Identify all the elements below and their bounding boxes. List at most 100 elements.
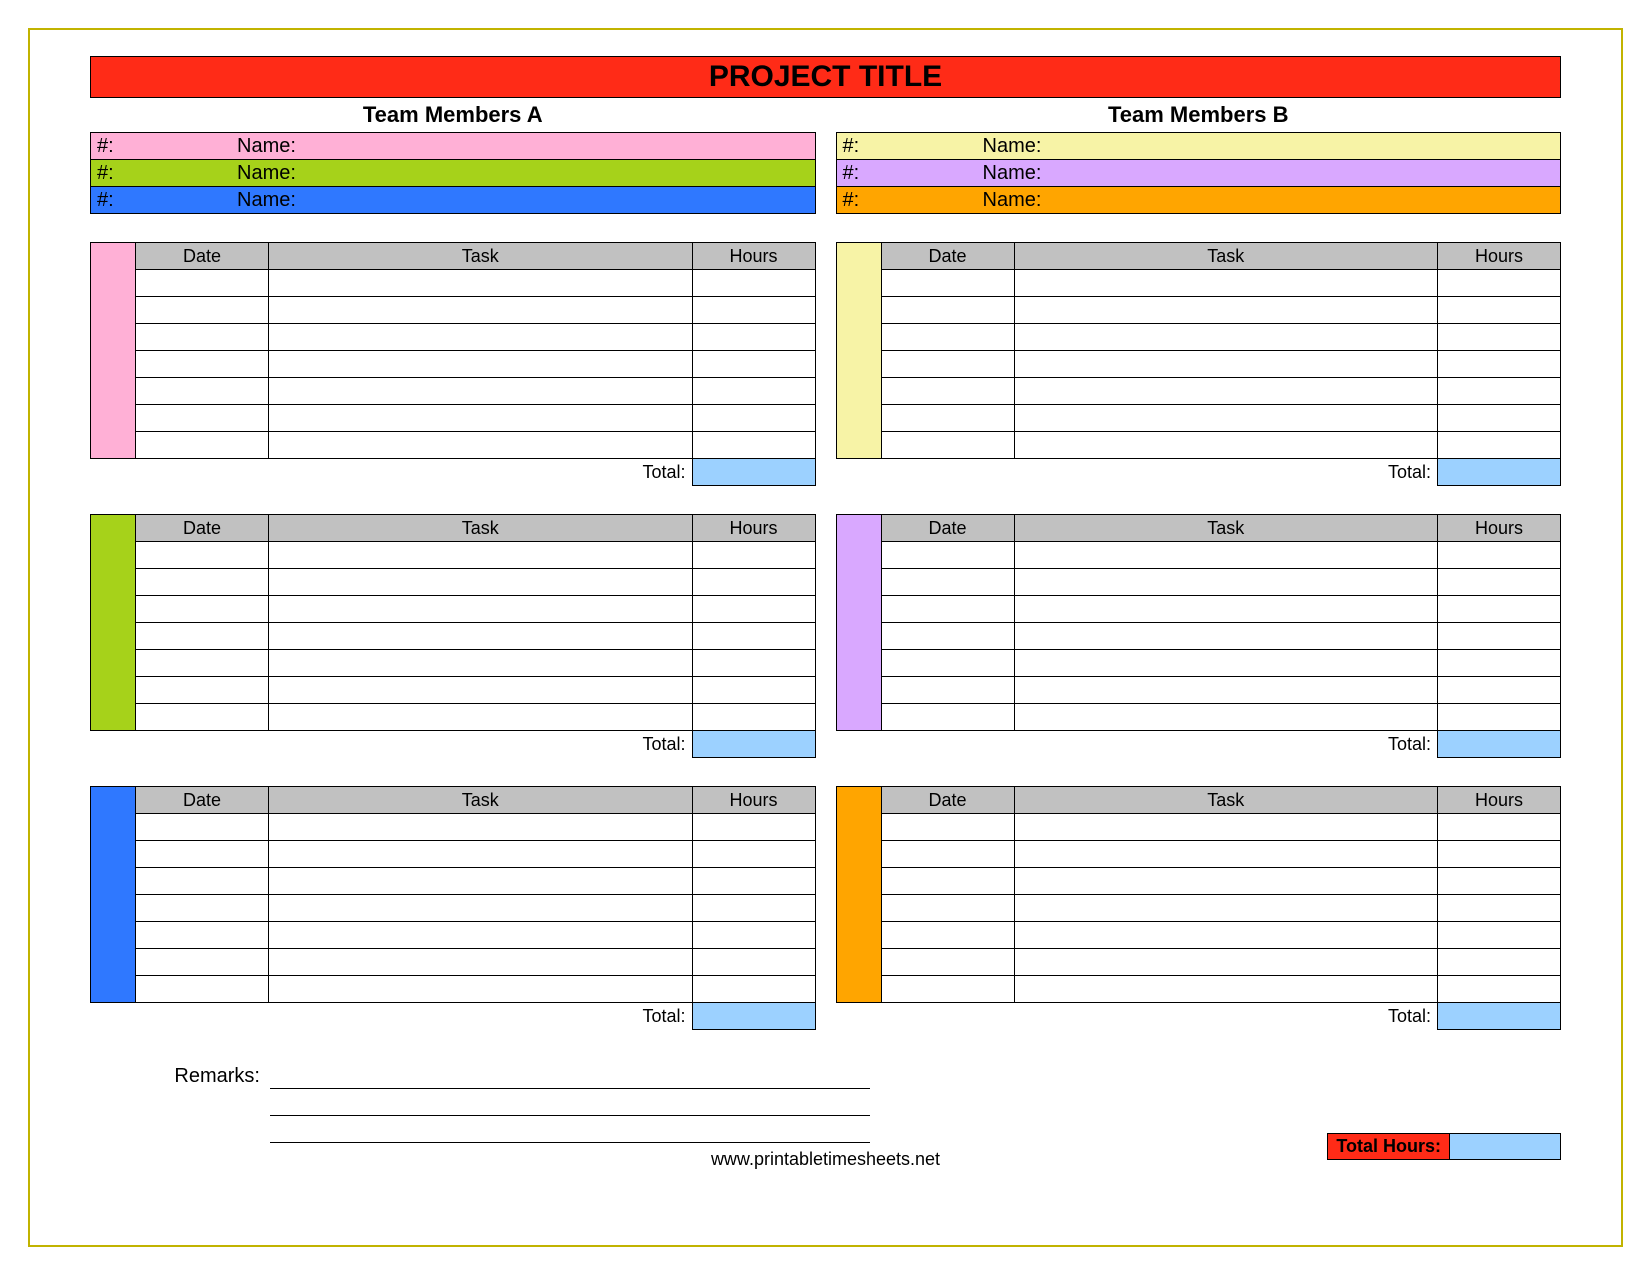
column-header-date: Date	[881, 243, 1014, 270]
block-total-value[interactable]	[692, 459, 815, 486]
team-b-column: Team Members B #:Name:#:Name:#:Name:	[836, 98, 1562, 214]
column-header-task: Task	[269, 243, 693, 270]
team-member-row[interactable]: #:Name:	[90, 160, 816, 187]
block-total-value[interactable]	[1438, 731, 1561, 758]
table-row[interactable]	[836, 378, 1561, 405]
member-number-label: #:	[91, 160, 237, 186]
member-number-label: #:	[837, 187, 983, 213]
timesheet-page: PROJECT TITLE Team Members A #:Name:#:Na…	[28, 28, 1623, 1247]
column-header-date: Date	[881, 515, 1014, 542]
table-row[interactable]	[836, 650, 1561, 677]
table-row[interactable]	[836, 704, 1561, 731]
table-row[interactable]	[836, 596, 1561, 623]
column-header-hours: Hours	[1438, 515, 1561, 542]
column-header-hours: Hours	[692, 787, 815, 814]
table-row[interactable]	[836, 841, 1561, 868]
table-row[interactable]	[91, 841, 816, 868]
table-row[interactable]	[91, 976, 816, 1003]
table-row[interactable]	[836, 324, 1561, 351]
table-row[interactable]	[91, 270, 816, 297]
member-number-label: #:	[91, 187, 237, 213]
table-row[interactable]	[91, 922, 816, 949]
block-total-value[interactable]	[1438, 1003, 1561, 1030]
block-total-label: Total:	[136, 1003, 693, 1030]
table-row[interactable]	[91, 623, 816, 650]
table-row[interactable]	[91, 895, 816, 922]
blocks-row: DateTaskHoursTotal:DateTaskHoursTotal:	[90, 514, 1561, 758]
block-total-label: Total:	[881, 459, 1438, 486]
member-color-indicator	[836, 243, 881, 459]
table-row[interactable]	[91, 868, 816, 895]
table-row[interactable]	[91, 297, 816, 324]
team-b-header: Team Members B	[836, 98, 1562, 132]
table-row[interactable]	[836, 677, 1561, 704]
member-name-label: Name:	[983, 160, 1561, 186]
table-row[interactable]	[91, 596, 816, 623]
member-color-indicator	[836, 515, 881, 731]
member-number-label: #:	[837, 160, 983, 186]
team-member-row[interactable]: #:Name:	[836, 132, 1562, 160]
column-header-hours: Hours	[692, 243, 815, 270]
team-member-row[interactable]: #:Name:	[90, 187, 816, 214]
team-members-header-row: Team Members A #:Name:#:Name:#:Name: Tea…	[90, 98, 1561, 214]
timesheet-block: DateTaskHours Total:	[90, 242, 816, 486]
table-row[interactable]	[836, 542, 1561, 569]
table-row[interactable]	[836, 949, 1561, 976]
table-row[interactable]	[91, 542, 816, 569]
table-row[interactable]	[91, 650, 816, 677]
table-row[interactable]	[91, 949, 816, 976]
member-name-label: Name:	[237, 133, 815, 159]
member-color-indicator	[91, 787, 136, 1003]
table-row[interactable]	[91, 704, 816, 731]
table-row[interactable]	[91, 569, 816, 596]
table-row[interactable]	[836, 351, 1561, 378]
timesheet-block: DateTaskHours Total:	[836, 242, 1562, 486]
table-row[interactable]	[836, 976, 1561, 1003]
table-row[interactable]	[836, 569, 1561, 596]
team-member-row[interactable]: #:Name:	[836, 187, 1562, 214]
block-total-value[interactable]	[692, 1003, 815, 1030]
team-member-row[interactable]: #:Name:	[90, 132, 816, 160]
timesheet-block: DateTaskHoursTotal:	[90, 514, 816, 758]
member-color-indicator	[836, 787, 881, 1003]
member-number-label: #:	[837, 133, 983, 159]
remarks-lines[interactable]	[270, 1062, 870, 1143]
table-row[interactable]	[836, 270, 1561, 297]
team-member-row[interactable]: #:Name:	[836, 160, 1562, 187]
column-header-hours: Hours	[1438, 243, 1561, 270]
timesheet-block: DateTaskHoursTotal:	[90, 786, 816, 1030]
table-row[interactable]	[836, 297, 1561, 324]
column-header-date: Date	[136, 243, 269, 270]
table-row[interactable]	[91, 378, 816, 405]
column-header-task: Task	[1014, 515, 1438, 542]
table-row[interactable]	[836, 814, 1561, 841]
column-header-task: Task	[1014, 787, 1438, 814]
block-total-label: Total:	[136, 459, 693, 486]
member-name-label: Name:	[237, 160, 815, 186]
block-total-label: Total:	[881, 731, 1438, 758]
block-total-label: Total:	[136, 731, 693, 758]
table-row[interactable]	[836, 922, 1561, 949]
table-row[interactable]	[836, 623, 1561, 650]
table-row[interactable]	[91, 324, 816, 351]
member-name-label: Name:	[983, 187, 1561, 213]
remarks-section: Remarks:	[90, 1062, 1561, 1143]
block-total-value[interactable]	[692, 731, 815, 758]
table-row[interactable]	[836, 868, 1561, 895]
block-total-label: Total:	[881, 1003, 1438, 1030]
table-row[interactable]	[91, 814, 816, 841]
member-color-indicator	[91, 515, 136, 731]
table-row[interactable]	[91, 405, 816, 432]
column-header-hours: Hours	[1438, 787, 1561, 814]
block-total-value[interactable]	[1438, 459, 1561, 486]
table-row[interactable]	[91, 351, 816, 378]
table-row[interactable]	[91, 432, 816, 459]
table-row[interactable]	[836, 895, 1561, 922]
column-header-task: Task	[1014, 243, 1438, 270]
total-hours-value[interactable]	[1450, 1134, 1560, 1159]
member-name-label: Name:	[237, 187, 815, 213]
blocks-row: DateTaskHoursTotal:DateTaskHoursTotal:	[90, 242, 1561, 486]
table-row[interactable]	[836, 432, 1561, 459]
table-row[interactable]	[91, 677, 816, 704]
table-row[interactable]	[836, 405, 1561, 432]
